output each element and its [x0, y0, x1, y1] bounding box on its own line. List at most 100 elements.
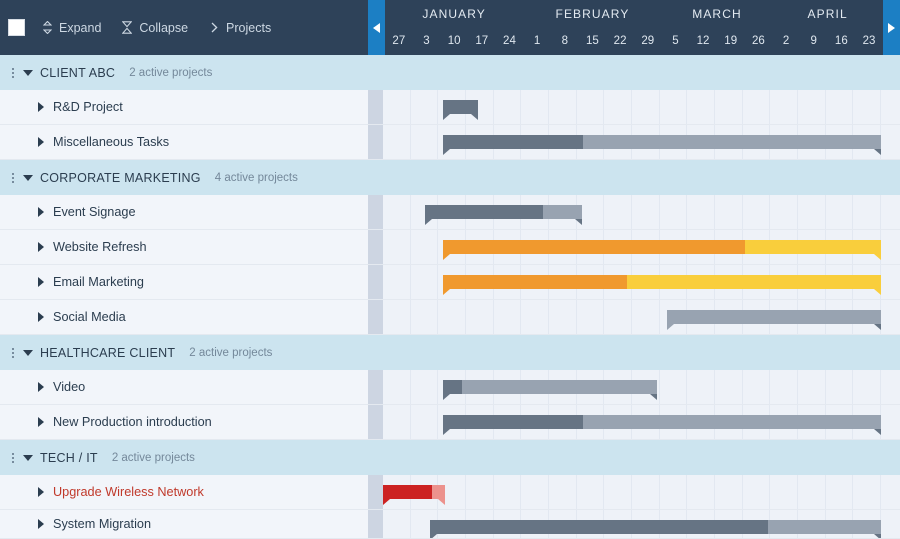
group-header-row[interactable]: CORPORATE MARKETING4 active projects: [0, 160, 900, 195]
task-row[interactable]: Website Refresh: [0, 230, 900, 265]
projects-button[interactable]: Projects: [208, 21, 271, 35]
caret-right-icon[interactable]: [38, 137, 44, 147]
panel-divider[interactable]: [368, 90, 383, 124]
task-name[interactable]: System Migration: [53, 517, 151, 531]
caret-down-icon[interactable]: [23, 455, 33, 461]
triangle-left-icon: [373, 23, 380, 33]
group-header-row[interactable]: CLIENT ABC2 active projects: [0, 55, 900, 90]
task-timeline-cell[interactable]: [383, 370, 900, 404]
gantt-bar[interactable]: [667, 310, 881, 324]
panel-divider[interactable]: [368, 370, 383, 404]
panel-divider[interactable]: [368, 195, 383, 229]
task-name[interactable]: Upgrade Wireless Network: [53, 485, 204, 499]
task-name[interactable]: New Production introduction: [53, 415, 212, 429]
gantt-bar[interactable]: [383, 485, 445, 499]
task-row[interactable]: Event Signage: [0, 195, 900, 230]
timeline-next-button[interactable]: [883, 0, 900, 55]
panel-divider[interactable]: [368, 265, 383, 299]
expand-label: Expand: [59, 21, 101, 35]
group-name: TECH / IT: [40, 451, 98, 465]
task-timeline-cell[interactable]: [383, 405, 900, 439]
caret-right-icon[interactable]: [38, 102, 44, 112]
group-header-row[interactable]: HEALTHCARE CLIENT2 active projects: [0, 335, 900, 370]
gantt-bar[interactable]: [443, 135, 881, 149]
task-name[interactable]: Miscellaneous Tasks: [53, 135, 169, 149]
task-timeline-cell[interactable]: [383, 300, 900, 334]
task-row[interactable]: Upgrade Wireless Network: [0, 475, 900, 510]
week-tick-label: 26: [745, 28, 773, 55]
group-header-row[interactable]: TECH / IT2 active projects: [0, 440, 900, 475]
panel-divider[interactable]: [368, 300, 383, 334]
task-timeline-cell[interactable]: [383, 475, 900, 509]
panel-divider[interactable]: [368, 335, 383, 370]
task-row-label-cell: Email Marketing: [0, 265, 368, 300]
drag-handle-icon[interactable]: [8, 170, 18, 186]
gantt-bar[interactable]: [443, 415, 881, 429]
gantt-bar[interactable]: [430, 520, 881, 534]
select-all-checkbox[interactable]: [8, 19, 25, 36]
caret-down-icon[interactable]: [23, 175, 33, 181]
task-name[interactable]: Website Refresh: [53, 240, 147, 254]
group-active-count: 4 active projects: [215, 172, 298, 184]
task-row[interactable]: R&D Project: [0, 90, 900, 125]
timeline-prev-button[interactable]: [368, 0, 385, 55]
caret-right-icon[interactable]: [38, 417, 44, 427]
gantt-bar-remaining: [768, 520, 881, 534]
collapse-label: Collapse: [139, 21, 188, 35]
caret-down-icon[interactable]: [23, 70, 33, 76]
task-row[interactable]: Miscellaneous Tasks: [0, 125, 900, 160]
task-row[interactable]: Video: [0, 370, 900, 405]
gantt-body[interactable]: CLIENT ABC2 active projects R&D Project Mi…: [0, 55, 900, 539]
gantt-bar-progress: [443, 240, 745, 254]
task-timeline-cell[interactable]: [383, 195, 900, 229]
task-timeline-cell[interactable]: [383, 90, 900, 124]
drag-handle-icon[interactable]: [8, 345, 18, 361]
caret-right-icon[interactable]: [38, 382, 44, 392]
expand-button[interactable]: Expand: [41, 21, 101, 35]
panel-divider[interactable]: [368, 125, 383, 159]
task-row[interactable]: New Production introduction: [0, 405, 900, 440]
week-tick-label: 8: [551, 28, 579, 55]
task-timeline-cell[interactable]: [383, 510, 900, 538]
caret-right-icon[interactable]: [38, 487, 44, 497]
week-tick-label: 3: [413, 28, 441, 55]
task-name[interactable]: Social Media: [53, 310, 126, 324]
task-row[interactable]: Social Media: [0, 300, 900, 335]
panel-divider[interactable]: [368, 440, 383, 475]
gantt-bar-progress: [430, 520, 768, 534]
gantt-bar[interactable]: [443, 240, 881, 254]
caret-right-icon[interactable]: [38, 277, 44, 287]
panel-divider[interactable]: [368, 230, 383, 264]
caret-right-icon[interactable]: [38, 312, 44, 322]
panel-divider[interactable]: [368, 55, 383, 90]
caret-down-icon[interactable]: [23, 350, 33, 356]
collapse-button[interactable]: Collapse: [121, 21, 188, 35]
task-row[interactable]: System Migration: [0, 510, 900, 539]
panel-divider[interactable]: [368, 475, 383, 509]
panel-divider[interactable]: [368, 160, 383, 195]
drag-handle-icon[interactable]: [8, 450, 18, 466]
task-name[interactable]: Email Marketing: [53, 275, 144, 289]
month-label: APRIL: [772, 0, 883, 28]
gantt-bar[interactable]: [443, 380, 657, 394]
panel-divider[interactable]: [368, 510, 383, 538]
group-header-chart-area: [383, 440, 900, 475]
task-name[interactable]: Video: [53, 380, 85, 394]
task-name[interactable]: Event Signage: [53, 205, 136, 219]
caret-right-icon[interactable]: [38, 207, 44, 217]
gantt-bar[interactable]: [443, 275, 881, 289]
task-timeline-cell[interactable]: [383, 125, 900, 159]
caret-right-icon[interactable]: [38, 242, 44, 252]
caret-right-icon[interactable]: [38, 519, 44, 529]
drag-handle-icon[interactable]: [8, 65, 18, 81]
week-header-row: 273101724181522295121926291623: [385, 28, 883, 55]
week-tick-label: 16: [828, 28, 856, 55]
task-name[interactable]: R&D Project: [53, 100, 123, 114]
task-row[interactable]: Email Marketing: [0, 265, 900, 300]
gantt-bar[interactable]: [425, 205, 582, 219]
task-timeline-cell[interactable]: [383, 265, 900, 299]
gantt-bar[interactable]: [443, 100, 478, 114]
task-timeline-cell[interactable]: [383, 230, 900, 264]
panel-divider[interactable]: [368, 405, 383, 439]
group-header-left: TECH / IT2 active projects: [0, 440, 368, 475]
